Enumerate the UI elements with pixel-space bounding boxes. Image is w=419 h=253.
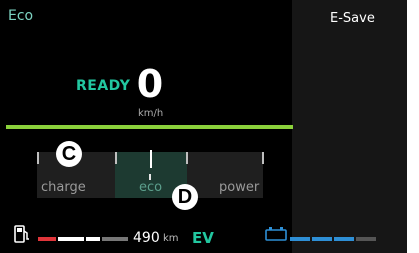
zone-label-charge: charge — [41, 180, 86, 195]
separator-line — [6, 125, 293, 129]
cluster-screen: Eco E-Save READY 0 km/h charge eco power… — [0, 0, 407, 253]
right-panel — [292, 0, 407, 253]
marker-d: D — [172, 184, 198, 210]
esave-label: E-Save — [330, 11, 375, 26]
marker-c: C — [56, 141, 82, 167]
meter-tick — [37, 152, 39, 164]
meter-needle — [150, 150, 152, 168]
meter-tick — [115, 152, 117, 164]
battery-gauge-segment — [334, 237, 354, 241]
battery-gauge-segment — [290, 237, 310, 241]
drive-mode-title: Eco — [8, 8, 34, 24]
meter-tick — [186, 152, 188, 164]
battery-gauge-segment — [312, 237, 332, 241]
speed-unit: km/h — [138, 108, 164, 119]
battery-gauge-segment — [356, 237, 376, 241]
fuel-gauge-segment — [102, 237, 128, 241]
ready-indicator: READY — [76, 78, 131, 94]
fuel-gauge-segment — [86, 237, 100, 241]
range-unit: km — [163, 233, 179, 244]
zone-label-eco: eco — [139, 180, 163, 195]
ev-mode-indicator: EV — [192, 229, 214, 247]
zone-label-power: power — [219, 180, 260, 195]
range-value: 490 — [133, 230, 160, 246]
fuel-gauge-segment — [58, 237, 84, 241]
speed-value: 0 — [136, 62, 164, 106]
battery-icon — [265, 227, 287, 241]
fuel-gauge-segment — [38, 237, 56, 241]
fuel-pump-icon — [14, 225, 29, 243]
meter-tick — [262, 152, 264, 164]
